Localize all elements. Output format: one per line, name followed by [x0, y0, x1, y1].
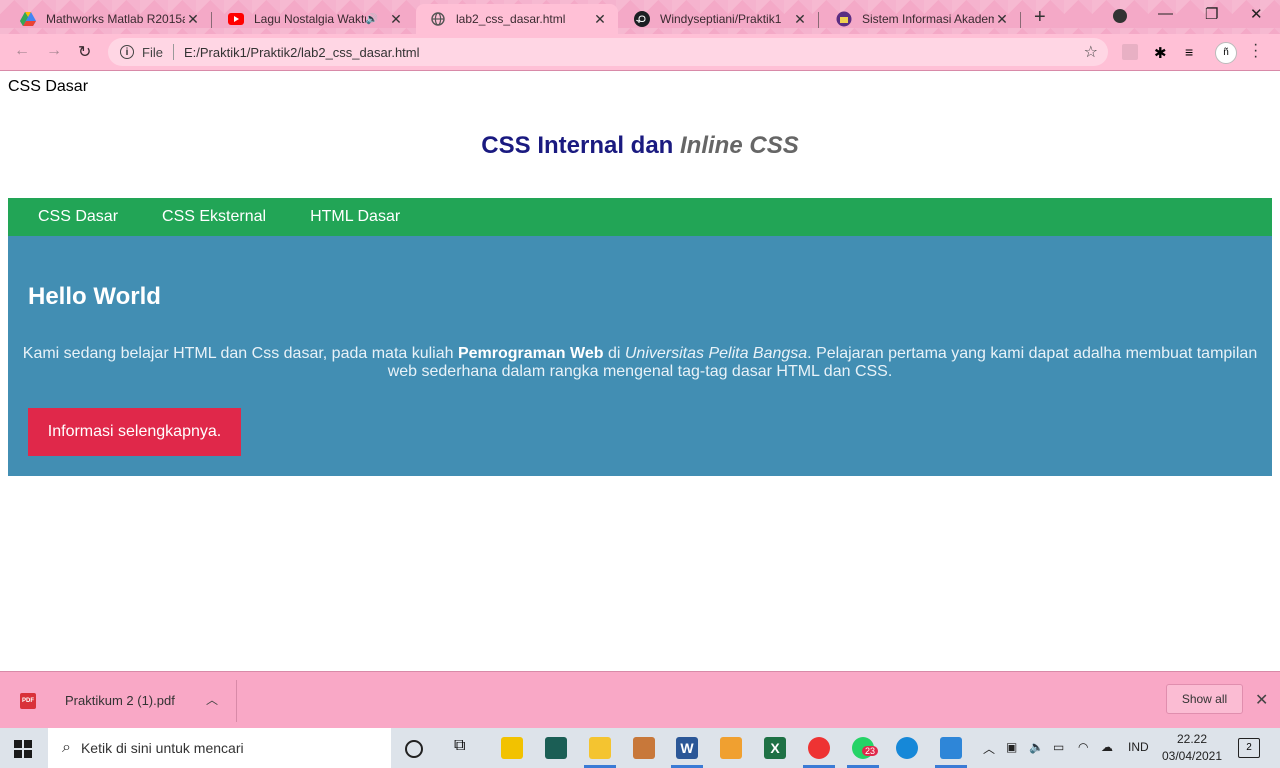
nav-link-css-eksternal[interactable]: CSS Eksternal	[162, 208, 266, 226]
edge-icon[interactable]	[896, 737, 918, 759]
chevron-up-icon[interactable]: ︿	[983, 740, 995, 757]
youtube-icon	[228, 11, 244, 27]
nav-link-html-dasar[interactable]: HTML Dasar	[310, 208, 400, 226]
cortana-icon[interactable]	[405, 740, 423, 758]
volume-icon[interactable]: 🔈	[1029, 740, 1044, 754]
download-separator	[236, 680, 237, 722]
university-icon	[836, 11, 852, 27]
url-text[interactable]: E:/Praktik1/Praktik2/lab2_css_dasar.html	[184, 45, 1084, 60]
taskbar-search[interactable]: ⌕ Ketik di sini untuk mencari	[48, 728, 391, 768]
browser-toolbar: ← → ↻ i File E:/Praktik1/Praktik2/lab2_c…	[0, 34, 1280, 71]
hero-text-part: Kami sedang belajar HTML dan Css dasar, …	[22, 345, 458, 362]
onedrive-icon[interactable]: ☁	[1101, 740, 1113, 754]
address-bar[interactable]: i File E:/Praktik1/Praktik2/lab2_css_das…	[108, 38, 1108, 66]
tab-title: Windyseptiani/Praktik1	[660, 12, 782, 26]
language-indicator[interactable]: IND	[1128, 740, 1149, 754]
media-queue-icon[interactable]: ≡	[1185, 44, 1201, 60]
taskbar: ⌕ Ketik di sini untuk mencari ⧉ W X 23 ︿…	[0, 728, 1280, 768]
page-title: CSS Internal dan Inline CSS	[0, 132, 1280, 160]
hero-text-italic: Universitas Pelita Bangsa	[624, 345, 808, 362]
hero-section: Hello World Kami sedang belajar HTML dan…	[8, 236, 1272, 476]
hero-text: Kami sedang belajar HTML dan Css dasar, …	[20, 345, 1260, 381]
tab-strip: Mathworks Matlab R2015a ✕ Lagu Nostalgia…	[0, 0, 1280, 34]
clock-date: 03/04/2021	[1161, 749, 1223, 763]
app-icon[interactable]	[633, 737, 655, 759]
tab-separator	[1020, 12, 1021, 28]
info-icon[interactable]: i	[120, 45, 134, 59]
more-info-button[interactable]: Informasi selengkapnya.	[28, 408, 241, 456]
meet-icon[interactable]: ▣	[1006, 740, 1017, 754]
chevron-up-icon[interactable]: ︿	[206, 691, 218, 708]
tab-youtube[interactable]: Lagu Nostalgia Waktu 🔊 ✕	[214, 4, 414, 34]
notification-badge: 23	[862, 746, 879, 756]
extension-icon[interactable]	[1122, 44, 1138, 60]
tab-github[interactable]: Windyseptiani/Praktik1 ✕	[620, 4, 819, 34]
app-icon[interactable]	[545, 737, 567, 759]
hero-text-part: di	[603, 345, 625, 362]
new-tab-button[interactable]: +	[1034, 6, 1046, 29]
forward-button[interactable]: →	[46, 42, 62, 60]
nav-link-css-dasar[interactable]: CSS Dasar	[38, 208, 118, 226]
tab-akademik[interactable]: Sistem Informasi Akademi ✕	[822, 4, 1021, 34]
word-icon[interactable]: W	[676, 737, 698, 759]
pdf-icon: PDF	[20, 693, 36, 709]
close-icon[interactable]: ✕	[388, 11, 404, 28]
notification-center-icon[interactable]: 2	[1238, 738, 1260, 758]
address-divider	[172, 44, 174, 60]
close-icon[interactable]: ✕	[792, 11, 808, 28]
close-icon[interactable]: ✕	[592, 11, 608, 28]
doc-title: CSS Dasar	[8, 78, 89, 95]
bookmark-star-icon[interactable]: ☆	[1084, 42, 1098, 62]
menu-icon[interactable]: · · ·	[1253, 37, 1258, 65]
minimize-button[interactable]: —	[1158, 5, 1173, 22]
tab-separator	[818, 12, 819, 28]
puzzle-icon[interactable]: ✱	[1154, 44, 1170, 62]
hero-title: Hello World	[28, 283, 161, 310]
page-viewport: CSS Dasar CSS Internal dan Inline CSS CS…	[0, 71, 1280, 671]
speaker-icon[interactable]: 🔊	[366, 14, 378, 25]
back-button[interactable]: ←	[14, 42, 30, 60]
sticky-notes-icon[interactable]	[501, 737, 523, 759]
file-explorer-icon[interactable]	[589, 737, 611, 759]
clock[interactable]: 22.22 03/04/2021	[1160, 731, 1224, 765]
tab-title: Mathworks Matlab R2015a	[46, 12, 185, 26]
tab-lab2[interactable]: lab2_css_dasar.html ✕	[416, 4, 618, 34]
download-file-name[interactable]: Praktikum 2 (1).pdf	[65, 693, 175, 708]
main-nav: CSS Dasar CSS Eksternal HTML Dasar	[8, 198, 1272, 236]
restore-button[interactable]: ❐	[1205, 5, 1218, 23]
close-icon[interactable]: ✕	[994, 11, 1010, 28]
search-placeholder: Ketik di sini untuk mencari	[80, 740, 244, 756]
wifi-icon[interactable]: ◠	[1078, 740, 1088, 754]
globe-icon	[430, 11, 446, 27]
task-view-icon[interactable]: ⧉	[454, 737, 476, 759]
battery-icon[interactable]: ▭	[1053, 740, 1064, 754]
close-icon[interactable]: ✕	[1255, 690, 1268, 710]
show-all-button[interactable]: Show all	[1166, 684, 1243, 714]
clock-time: 22.22	[1176, 732, 1208, 746]
tab-title: Sistem Informasi Akademi	[862, 12, 994, 26]
vscode-icon[interactable]	[940, 737, 962, 759]
scheme-label: File	[142, 44, 163, 60]
excel-icon[interactable]: X	[764, 737, 786, 759]
tab-title: lab2_css_dasar.html	[456, 12, 566, 26]
chrome-icon[interactable]	[808, 737, 830, 759]
media-player-icon[interactable]	[720, 737, 742, 759]
window-close-button[interactable]: ✕	[1250, 5, 1263, 23]
avatar[interactable]: ñ	[1215, 42, 1237, 64]
google-drive-icon	[20, 11, 36, 27]
heading-italic: Inline CSS	[680, 132, 799, 159]
close-icon[interactable]: ✕	[185, 11, 201, 28]
github-icon	[634, 11, 650, 27]
tab-search-icon[interactable]	[1113, 9, 1127, 23]
hero-text-bold: Pemrograman Web	[457, 345, 604, 362]
tab-separator	[211, 12, 212, 28]
windows-start-icon[interactable]	[14, 740, 32, 758]
heading-normal: CSS Internal dan	[481, 132, 674, 159]
download-bar: PDF Praktikum 2 (1).pdf ︿ Show all ✕	[0, 671, 1280, 729]
tab-title: Lagu Nostalgia Waktu	[254, 12, 366, 26]
tab-matlab[interactable]: Mathworks Matlab R2015a ✕	[6, 4, 212, 34]
reload-button[interactable]: ↻	[78, 42, 91, 62]
search-icon: ⌕	[62, 739, 71, 756]
